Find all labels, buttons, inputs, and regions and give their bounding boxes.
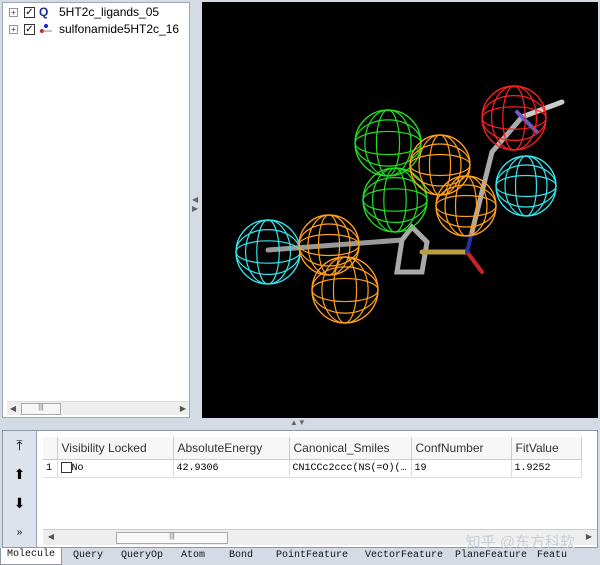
- scroll-right-icon[interactable]: ▶: [177, 404, 189, 413]
- scroll-right-icon[interactable]: ▶: [583, 532, 595, 541]
- tab-planefeature[interactable]: PlaneFeature: [450, 548, 532, 565]
- visibility-value: No: [71, 463, 84, 475]
- property-table: Visibility Locked AbsoluteEnergy Canonic…: [43, 437, 582, 478]
- tab-query[interactable]: Query: [62, 548, 114, 565]
- acceptor-feature-sphere[interactable]: [354, 109, 422, 177]
- expand-icon[interactable]: +: [9, 24, 18, 34]
- data-grid[interactable]: ⤒ ⬆ ⬇ » Visibility Locked AbsoluteEnergy…: [2, 430, 598, 551]
- conf-cell[interactable]: 19: [411, 459, 512, 478]
- expand-icon[interactable]: +: [9, 7, 18, 17]
- smiles-cell[interactable]: CN1CCc2ccc(NS(=O)(…: [289, 459, 412, 478]
- query-icon: Q: [39, 5, 49, 19]
- hydrophobic-feature-sphere[interactable]: [435, 175, 497, 237]
- aromatic-feature-sphere[interactable]: [495, 155, 557, 217]
- tab-bond[interactable]: Bond: [216, 548, 266, 565]
- grid-nav-bar: ⤒ ⬆ ⬇ »: [3, 431, 37, 547]
- tree-horizontal-scrollbar[interactable]: ◀ ||| ▶: [7, 401, 189, 415]
- move-down-icon[interactable]: ⬇: [3, 489, 36, 518]
- visibility-checkbox[interactable]: ✓: [24, 23, 35, 35]
- hydrophobic-feature-sphere[interactable]: [409, 134, 471, 196]
- scroll-thumb[interactable]: |||: [116, 532, 228, 544]
- bond: [265, 237, 405, 253]
- locked-checkbox[interactable]: [60, 461, 72, 473]
- horizontal-splitter[interactable]: ▲▼: [290, 418, 306, 427]
- tab-featu[interactable]: Featu: [532, 548, 572, 565]
- tab-strip: Molecule Query QueryOp Atom Bond PointFeature…: [0, 548, 600, 565]
- move-up-icon[interactable]: ⬆: [3, 460, 36, 489]
- column-header-fit[interactable]: FitValue: [511, 437, 582, 460]
- tab-queryop[interactable]: QueryOp: [114, 548, 170, 565]
- bond: [465, 250, 484, 274]
- tab-vectorfeature[interactable]: VectorFeature: [358, 548, 450, 565]
- visibility-cell[interactable]: No: [57, 459, 174, 478]
- table-row: 1 No 42.9306 CN1CCc2ccc(NS(=O)(… 19 1.92…: [43, 459, 582, 478]
- tab-pointfeature[interactable]: PointFeature: [266, 548, 358, 565]
- hierarchy-tree[interactable]: + ✓ Q 5HT2c_ligands_05 + ✓ sulfonamide5H…: [2, 2, 190, 418]
- tree-item-label: 5HT2c_ligands_05: [59, 5, 160, 19]
- move-top-icon[interactable]: ⤒: [3, 431, 36, 460]
- column-header-visibility[interactable]: Visibility Locked: [57, 437, 174, 460]
- acceptor-feature-sphere[interactable]: [362, 167, 428, 233]
- row-index: 1: [43, 459, 58, 478]
- vertical-splitter[interactable]: ◀ ▶: [192, 195, 198, 213]
- scroll-thumb[interactable]: |||: [21, 402, 61, 415]
- tab-molecule[interactable]: Molecule: [0, 548, 62, 565]
- energy-cell[interactable]: 42.9306: [173, 459, 290, 478]
- 3d-viewer[interactable]: [202, 2, 598, 418]
- column-header-smiles[interactable]: Canonical_Smiles: [289, 437, 412, 460]
- tree-item-query[interactable]: + ✓ Q 5HT2c_ligands_05: [3, 4, 189, 20]
- scroll-left-icon[interactable]: ◀: [45, 532, 57, 541]
- column-header-index: [43, 437, 58, 460]
- table-header: Visibility Locked AbsoluteEnergy Canonic…: [43, 437, 582, 460]
- tree-item-molecule[interactable]: + ✓ sulfonamide5HT2c_16: [3, 21, 189, 37]
- column-header-conf[interactable]: ConfNumber: [411, 437, 512, 460]
- expand-more-icon[interactable]: »: [3, 518, 36, 547]
- bond: [519, 99, 565, 120]
- bond: [489, 114, 525, 155]
- molecule-icon: [39, 22, 55, 37]
- tab-atom[interactable]: Atom: [170, 548, 216, 565]
- scroll-left-icon[interactable]: ◀: [7, 404, 19, 413]
- visibility-checkbox[interactable]: ✓: [24, 6, 35, 18]
- tree-item-label: sulfonamide5HT2c_16: [59, 22, 180, 36]
- donor-feature-sphere[interactable]: [481, 85, 547, 151]
- fit-cell[interactable]: 1.9252: [511, 459, 582, 478]
- column-header-energy[interactable]: AbsoluteEnergy: [173, 437, 290, 460]
- hydrophobic-feature-sphere[interactable]: [311, 256, 379, 324]
